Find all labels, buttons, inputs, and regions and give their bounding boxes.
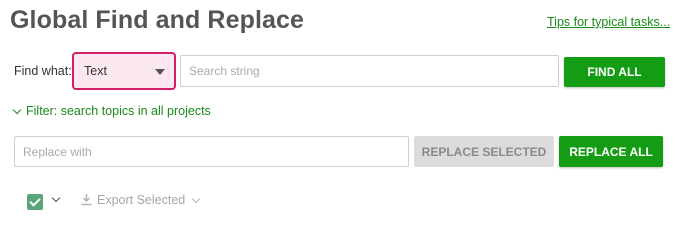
filter-toggle[interactable]: Filter: search topics in all projects [12,104,211,118]
select-all-checkbox[interactable] [27,194,43,210]
find-all-button[interactable]: FIND ALL [564,57,665,87]
search-type-value: Text [84,64,107,78]
export-selected-button[interactable]: Export Selected [80,193,201,213]
search-input[interactable] [180,55,559,87]
page-title: Global Find and Replace [10,6,305,34]
find-what-label: Find what: [14,64,72,78]
replace-input[interactable] [14,136,409,167]
replace-all-button[interactable]: REPLACE ALL [559,136,663,167]
chevron-down-icon [12,105,22,115]
replace-selected-button[interactable]: REPLACE SELECTED [414,136,554,167]
export-selected-label: Export Selected [97,193,186,207]
selection-menu-chevron-icon[interactable] [51,195,63,205]
filter-label: Filter: search topics in all projects [26,104,211,118]
search-type-select[interactable]: Text [72,52,176,90]
caret-down-icon [155,69,165,75]
tips-link[interactable]: Tips for typical tasks... [547,15,670,29]
chevron-down-icon [192,194,201,204]
download-icon [81,194,92,206]
